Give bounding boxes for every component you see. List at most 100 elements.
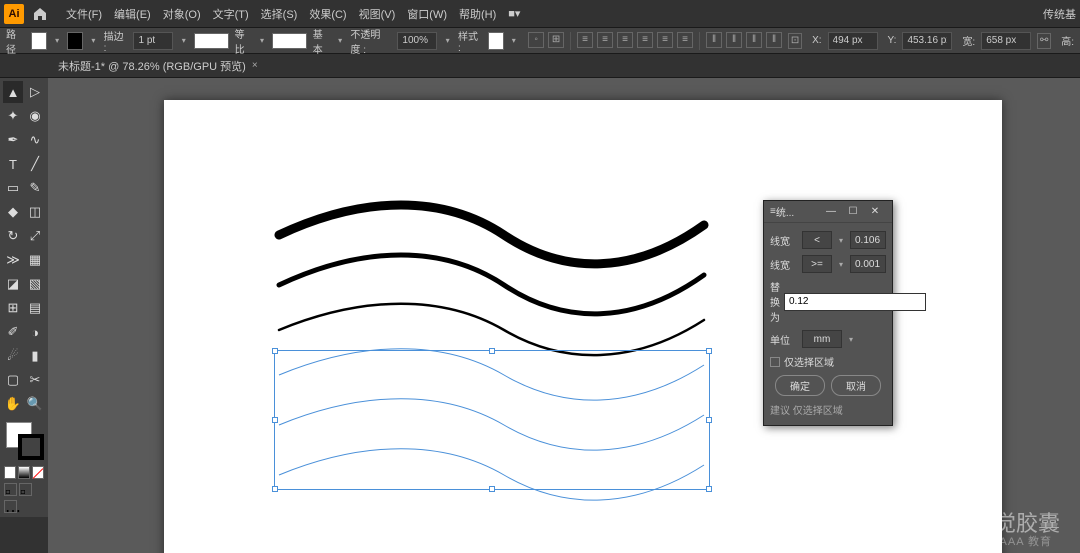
rotate-tool[interactable]: ↻ xyxy=(3,225,23,247)
w-input[interactable] xyxy=(981,32,1031,50)
y-input[interactable] xyxy=(902,32,952,50)
linewidth-value[interactable]: 0.106 xyxy=(850,231,886,249)
close-icon[interactable]: × xyxy=(252,60,258,71)
screen-mode-icon[interactable]: ▫ xyxy=(19,483,32,496)
wave-path-selected xyxy=(279,449,704,500)
profile-preset[interactable] xyxy=(194,33,229,49)
transform-icon[interactable]: ⊡ xyxy=(788,33,802,49)
shaper-tool[interactable]: ◆ xyxy=(3,201,23,223)
dropdown-icon[interactable]: ▾ xyxy=(846,330,856,348)
menu-window[interactable]: 窗口(W) xyxy=(401,6,453,22)
artboard-tool[interactable]: ▢ xyxy=(3,369,23,391)
menu-extra[interactable]: ■▾ xyxy=(502,7,526,20)
lasso-tool[interactable]: ◉ xyxy=(25,105,45,127)
opacity-dropdown-icon[interactable]: ▾ xyxy=(443,32,452,50)
menu-edit[interactable]: 编辑(E) xyxy=(108,6,157,22)
free-transform-tool[interactable]: ▦ xyxy=(25,249,45,271)
stroke-swatch[interactable] xyxy=(67,32,83,50)
operator-select[interactable]: >= xyxy=(802,255,832,273)
minimize-icon[interactable]: — xyxy=(820,203,842,221)
x-input[interactable] xyxy=(828,32,878,50)
profile-dropdown-icon[interactable]: ▾ xyxy=(258,32,267,50)
menu-help[interactable]: 帮助(H) xyxy=(453,6,502,22)
graph-tool[interactable]: ▮ xyxy=(25,345,45,367)
eyedropper-tool[interactable]: ✐ xyxy=(3,321,23,343)
style-dropdown-icon[interactable]: ▾ xyxy=(510,32,519,50)
menu-file[interactable]: 文件(F) xyxy=(60,6,108,22)
menu-effect[interactable]: 效果(C) xyxy=(303,6,352,22)
align-icon[interactable]: ≡ xyxy=(577,32,593,48)
dropdown-icon[interactable]: ▾ xyxy=(836,231,846,249)
cancel-button[interactable]: 取消 xyxy=(831,375,881,396)
unit-select[interactable]: mm xyxy=(802,330,842,348)
menu-text[interactable]: 文字(T) xyxy=(207,6,255,22)
document-tab[interactable]: 未标题-1* @ 78.26% (RGB/GPU 预览) × xyxy=(50,58,266,74)
maximize-icon[interactable]: ☐ xyxy=(842,203,864,221)
line-tool[interactable]: ╱ xyxy=(25,153,45,175)
opacity-input[interactable] xyxy=(397,32,437,50)
gradient-mode-icon[interactable] xyxy=(18,466,30,479)
distribute-icon[interactable]: ‖ xyxy=(726,32,742,48)
rectangle-tool[interactable]: ▭ xyxy=(3,177,23,199)
none-mode-icon[interactable] xyxy=(32,466,44,479)
stroke-dropdown-icon[interactable]: ▾ xyxy=(89,32,98,50)
scale-tool[interactable]: ⤢ xyxy=(25,225,45,247)
stroke-width-input[interactable] xyxy=(133,32,173,50)
edit-toolbar-icon[interactable]: ⋯ xyxy=(4,500,17,513)
type-tool[interactable]: T xyxy=(3,153,23,175)
hand-tool[interactable]: ✋ xyxy=(3,393,23,415)
distribute-icon[interactable]: ‖ xyxy=(766,32,782,48)
menubar-right[interactable]: 传统基 xyxy=(1043,6,1076,22)
screen-mode-icon[interactable]: ▫ xyxy=(4,483,17,496)
menu-view[interactable]: 视图(V) xyxy=(353,6,402,22)
perspective-tool[interactable]: ▧ xyxy=(25,273,45,295)
stroke-stepper-icon[interactable]: ▾ xyxy=(179,32,188,50)
close-icon[interactable]: ✕ xyxy=(864,203,886,221)
canvas-area[interactable] xyxy=(48,78,1080,553)
shape-builder-tool[interactable]: ◪ xyxy=(3,273,23,295)
selection-tool[interactable]: ▲ xyxy=(3,81,23,103)
align-icon[interactable]: ≡ xyxy=(617,32,633,48)
home-icon[interactable] xyxy=(30,4,50,24)
distribute-icon[interactable]: ‖ xyxy=(746,32,762,48)
ok-button[interactable]: 确定 xyxy=(775,375,825,396)
align-icon[interactable]: ≡ xyxy=(657,32,673,48)
align-icon[interactable]: ≡ xyxy=(597,32,613,48)
dropdown-icon[interactable]: ▾ xyxy=(836,255,846,273)
link-icon[interactable]: ⚯ xyxy=(1037,33,1051,49)
brush-dropdown-icon[interactable]: ▾ xyxy=(336,32,345,50)
menu-object[interactable]: 对象(O) xyxy=(157,6,207,22)
magic-wand-tool[interactable]: ✦ xyxy=(3,105,23,127)
zoom-tool[interactable]: 🔍 xyxy=(25,393,45,415)
linewidth-value[interactable]: 0.001 xyxy=(850,255,886,273)
brush-preset[interactable] xyxy=(272,33,307,49)
replace-input[interactable] xyxy=(784,293,926,311)
gradient-tool[interactable]: ▤ xyxy=(25,297,45,319)
eraser-tool[interactable]: ◫ xyxy=(25,201,45,223)
selection-only-checkbox[interactable] xyxy=(770,357,780,367)
width-tool[interactable]: ≫ xyxy=(3,249,23,271)
menu-select[interactable]: 选择(S) xyxy=(255,6,304,22)
align-icon[interactable]: ◦ xyxy=(528,32,544,48)
align-icon[interactable]: ≡ xyxy=(677,32,693,48)
fill-swatch[interactable] xyxy=(31,32,47,50)
align-icon[interactable]: ≡ xyxy=(637,32,653,48)
color-mode-icon[interactable] xyxy=(4,466,16,479)
slice-tool[interactable]: ✂ xyxy=(25,369,45,391)
brush-tool[interactable]: ✎ xyxy=(25,177,45,199)
fill-dropdown-icon[interactable]: ▾ xyxy=(53,32,62,50)
style-swatch[interactable] xyxy=(488,32,504,50)
mesh-tool[interactable]: ⊞ xyxy=(3,297,23,319)
distribute-icon[interactable]: ‖ xyxy=(706,32,722,48)
pen-tool[interactable]: ✒ xyxy=(3,129,23,151)
curvature-tool[interactable]: ∿ xyxy=(25,129,45,151)
align-icon[interactable]: ⊞ xyxy=(548,32,564,48)
operator-select[interactable]: < xyxy=(802,231,832,249)
symbol-tool[interactable]: ☄ xyxy=(3,345,23,367)
direct-selection-tool[interactable]: ▷ xyxy=(25,81,45,103)
color-swatches[interactable] xyxy=(4,420,48,460)
dialog-titlebar[interactable]: ≡ 统... — ☐ ✕ xyxy=(764,201,892,223)
blend-tool[interactable]: ◑ xyxy=(25,321,45,343)
app-logo[interactable]: Ai xyxy=(4,4,24,24)
stroke-color[interactable] xyxy=(18,434,44,460)
